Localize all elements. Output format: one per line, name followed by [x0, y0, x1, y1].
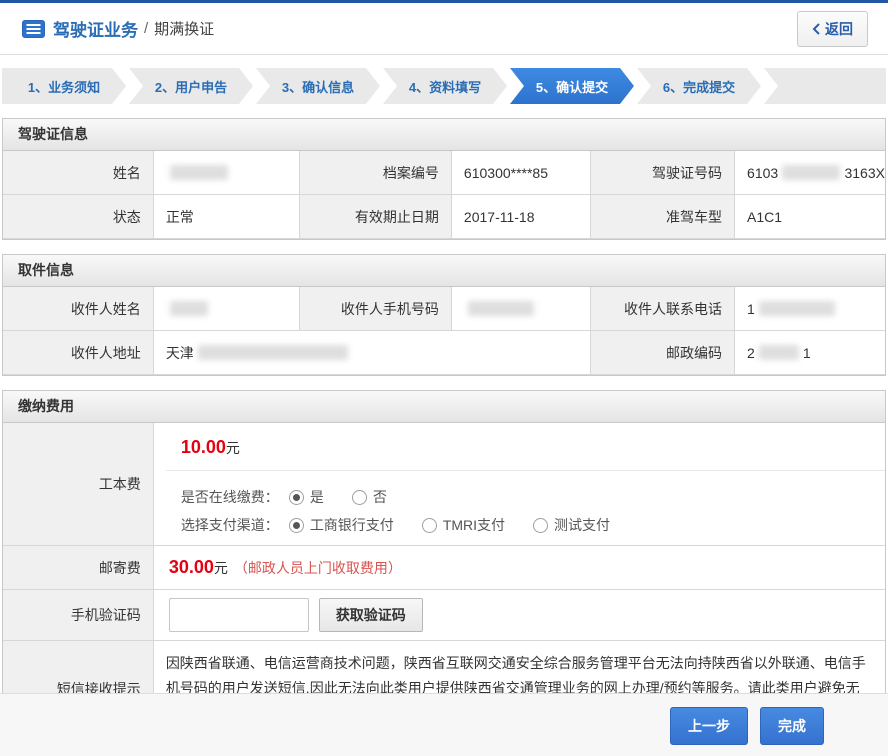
status-value: 正常: [154, 195, 300, 239]
recipient-name-value: [154, 287, 300, 331]
payment-header: 缴纳费用: [3, 391, 885, 423]
radio-channel-icbc[interactable]: [289, 518, 304, 533]
vehicle-class-value: A1C1: [735, 195, 885, 239]
captcha-label: 手机验证码: [3, 590, 154, 641]
license-info-header: 驾驶证信息: [3, 119, 885, 151]
vehicle-class-label: 准驾车型: [591, 195, 735, 239]
payment-section: 缴纳费用 工本费 10.00元 是否在线缴费： 是 否 选择支付渠道： 工商银行…: [2, 390, 886, 738]
step-1-business-notice[interactable]: 1、业务须知: [2, 68, 126, 104]
expiry-label: 有效期止日期: [300, 195, 452, 239]
done-button[interactable]: 完成: [760, 707, 824, 745]
file-number-label: 档案编号: [300, 151, 452, 195]
redacted-address: [198, 345, 348, 360]
radio-online-no-label[interactable]: 否: [373, 487, 387, 507]
captcha-input[interactable]: [169, 598, 309, 632]
step-6-complete-submit[interactable]: 6、完成提交: [637, 68, 761, 104]
pickup-info-section: 取件信息 收件人姓名 收件人手机号码 收件人联系电话 1 收件人地址 天津 邮政…: [2, 254, 886, 376]
radio-online-no[interactable]: [352, 490, 367, 505]
get-captcha-button[interactable]: 获取验证码: [319, 598, 423, 632]
radio-online-yes[interactable]: [289, 490, 304, 505]
expiry-value: 2017-11-18: [452, 195, 591, 239]
redacted-license-number: [782, 165, 840, 180]
redacted-name: [170, 165, 228, 180]
back-button-label: 返回: [825, 19, 853, 39]
breadcrumb-divider: /: [144, 20, 148, 37]
captcha-row: 获取验证码: [154, 590, 885, 641]
radio-channel-test[interactable]: [533, 518, 548, 533]
footer-bar: 上一步 完成: [0, 693, 888, 756]
redacted-postcode: [759, 345, 799, 360]
recipient-phone-label: 收件人联系电话: [591, 287, 735, 331]
step-4-fill-data[interactable]: 4、资料填写: [383, 68, 507, 104]
status-label: 状态: [3, 195, 154, 239]
step-2-user-declaration[interactable]: 2、用户申告: [129, 68, 253, 104]
recipient-address-label: 收件人地址: [3, 331, 154, 375]
step-3-confirm-info[interactable]: 3、确认信息: [256, 68, 380, 104]
radio-channel-tmri[interactable]: [422, 518, 437, 533]
radio-online-yes-label[interactable]: 是: [310, 487, 324, 507]
radio-channel-test-label[interactable]: 测试支付: [554, 515, 610, 535]
redacted-mobile: [468, 301, 534, 316]
recipient-mobile-value: [452, 287, 591, 331]
step-5-confirm-submit[interactable]: 5、确认提交: [510, 68, 634, 104]
postage-fee-value: 30.00元 （邮政人员上门收取费用）: [154, 546, 885, 590]
step-bar-filler: [764, 68, 886, 104]
production-fee-label: 工本费: [3, 423, 154, 546]
production-fee-value: 10.00元 是否在线缴费： 是 否 选择支付渠道： 工商银行支付 TMRI支付: [154, 423, 885, 546]
payment-channel-question: 选择支付渠道：: [181, 515, 279, 535]
page-title: 驾驶证业务: [53, 16, 138, 41]
postage-fee-note: （邮政人员上门收取费用）: [234, 558, 402, 578]
postage-fee-amount: 30.00: [169, 557, 214, 578]
postcode-label: 邮政编码: [591, 331, 735, 375]
recipient-mobile-label: 收件人手机号码: [300, 287, 452, 331]
back-chevron-icon: [812, 23, 820, 35]
list-icon: [22, 20, 45, 38]
payment-channel-row: 选择支付渠道： 工商银行支付 TMRI支付 测试支付: [181, 515, 870, 535]
previous-step-button[interactable]: 上一步: [670, 707, 748, 745]
postcode-value: 21: [735, 331, 885, 375]
license-number-value: 61033163X: [735, 151, 885, 195]
recipient-name-label: 收件人姓名: [3, 287, 154, 331]
radio-channel-tmri-label[interactable]: TMRI支付: [443, 515, 505, 535]
production-fee-amount: 10.00: [181, 437, 226, 457]
recipient-address-value: 天津: [154, 331, 591, 375]
license-info-section: 驾驶证信息 姓名 档案编号 610300****85 驾驶证号码 6103316…: [2, 118, 886, 240]
file-number-value: 610300****85: [452, 151, 591, 195]
online-payment-question: 是否在线缴费：: [181, 487, 279, 507]
page-subtitle: 期满换证: [154, 18, 214, 39]
back-button[interactable]: 返回: [797, 11, 868, 47]
redacted-phone: [759, 301, 835, 316]
license-number-label: 驾驶证号码: [591, 151, 735, 195]
name-value: [154, 151, 300, 195]
redacted-recipient-name: [170, 301, 208, 316]
production-fee-amount-line: 10.00元: [166, 423, 885, 471]
title-bar: 驾驶证业务 / 期满换证 返回: [0, 3, 888, 55]
postage-fee-label: 邮寄费: [3, 546, 154, 590]
recipient-phone-value: 1: [735, 287, 885, 331]
name-label: 姓名: [3, 151, 154, 195]
pickup-info-header: 取件信息: [3, 255, 885, 287]
radio-channel-icbc-label[interactable]: 工商银行支付: [310, 515, 394, 535]
online-payment-question-row: 是否在线缴费： 是 否: [181, 487, 870, 507]
step-wizard: 1、业务须知 2、用户申告 3、确认信息 4、资料填写 5、确认提交 6、完成提…: [2, 68, 886, 104]
